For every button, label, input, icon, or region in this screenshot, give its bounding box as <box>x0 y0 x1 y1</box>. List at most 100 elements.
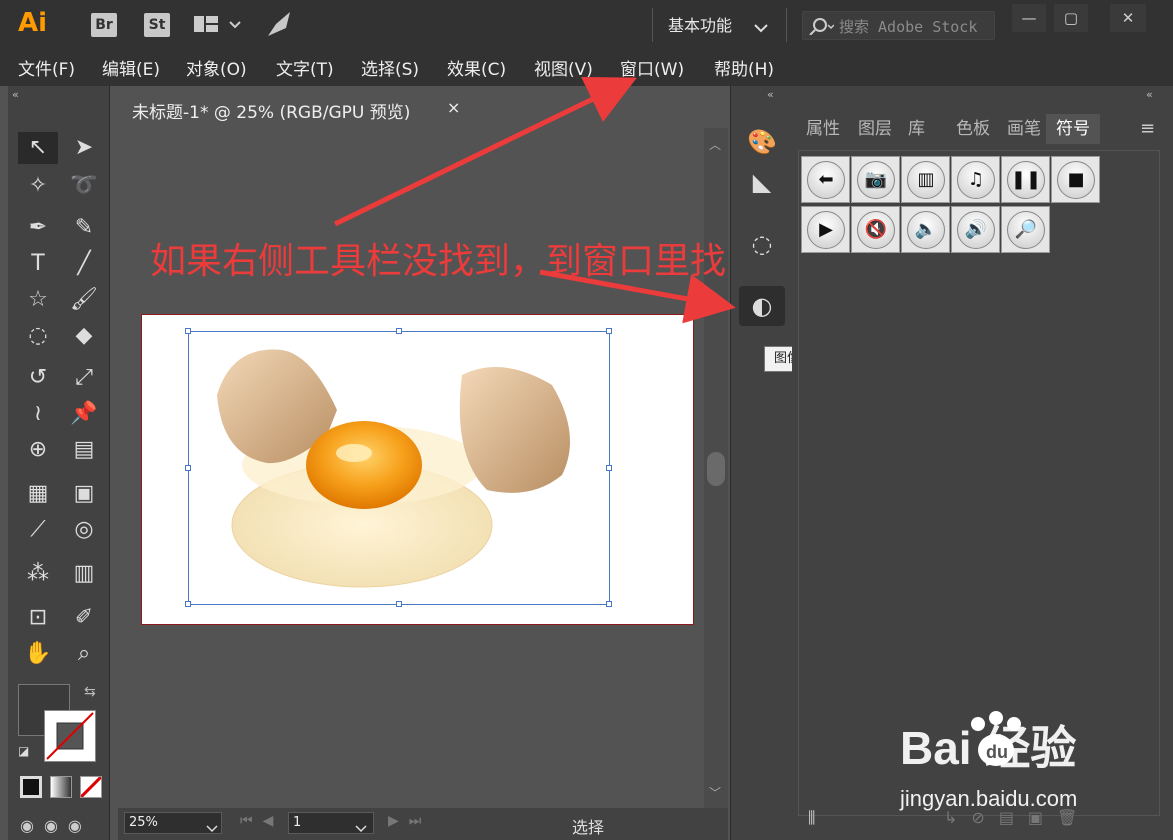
resize-handle[interactable] <box>396 328 402 334</box>
symbol-arrow-left[interactable]: ⬅ <box>801 156 850 203</box>
shaper-tool-icon[interactable]: ◌ <box>18 320 58 352</box>
color-guide-icon[interactable]: ◣ <box>739 162 785 202</box>
chevron-down-icon[interactable] <box>754 18 768 37</box>
current-tool-status[interactable]: 选择 <box>572 814 604 838</box>
document-tab[interactable]: 未标题-1* @ 25% (RGB/GPU 预览) <box>118 90 470 128</box>
stroke-swatch[interactable] <box>44 710 96 762</box>
bridge-icon[interactable]: Br <box>91 13 117 37</box>
magic-wand-icon[interactable]: ✧ <box>18 170 58 202</box>
stock-icon[interactable]: St <box>144 13 170 37</box>
none-mode-icon[interactable] <box>79 775 103 799</box>
close-window-button[interactable]: ✕ <box>1110 4 1146 32</box>
resize-handle[interactable] <box>606 465 612 471</box>
menu-view[interactable]: 视图(V) <box>534 55 593 80</box>
menu-object[interactable]: 对象(O) <box>186 55 247 80</box>
resize-handle[interactable] <box>606 328 612 334</box>
star-tool-icon[interactable]: ☆ <box>18 284 58 316</box>
slice-tool-icon[interactable]: ✐ <box>64 602 104 634</box>
close-document-icon[interactable]: × <box>447 98 460 117</box>
symbol-mute[interactable]: 🔇 <box>851 206 900 253</box>
color-mode-icon[interactable] <box>20 776 42 798</box>
curvature-tool-icon[interactable]: ✎ <box>64 212 104 244</box>
gradient-tool-icon[interactable]: ▣ <box>64 478 104 510</box>
panel-menu-icon[interactable]: ≡ <box>1140 118 1155 139</box>
arrow-left-icon: ⬅ <box>807 161 845 199</box>
eyedropper-icon[interactable]: ⟋ <box>18 514 58 546</box>
tab-properties[interactable]: 属性 <box>806 114 840 144</box>
gpu-performance-icon[interactable] <box>266 10 296 42</box>
appearance-icon[interactable]: ◌ <box>739 224 785 264</box>
chevron-down-icon[interactable] <box>206 818 218 837</box>
symbol-volume-low[interactable]: 🔈 <box>901 206 950 253</box>
symbol-magnifier[interactable]: 🔎 <box>1001 206 1050 253</box>
color-panel-icon[interactable]: 🎨 <box>739 122 785 162</box>
selection-bounding-box[interactable] <box>185 328 612 607</box>
menu-type[interactable]: 文字(T) <box>276 55 334 80</box>
arrange-documents-icon[interactable] <box>194 14 242 36</box>
symbol-stop[interactable]: ■ <box>1051 156 1100 203</box>
menu-effect[interactable]: 效果(C) <box>447 55 506 80</box>
default-colors-icon[interactable]: ◪ <box>18 744 29 758</box>
rotate-tool-icon[interactable]: ↺ <box>18 362 58 394</box>
perspective-grid-icon[interactable]: ▤ <box>64 434 104 466</box>
resize-handle[interactable] <box>606 601 612 607</box>
column-graph-icon[interactable]: ▥ <box>64 558 104 590</box>
hand-tool-icon[interactable]: ✋ <box>18 638 58 670</box>
symbol-volume-high[interactable]: 🔊 <box>951 206 1000 253</box>
resize-handle[interactable] <box>396 601 402 607</box>
direct-selection-tool-icon[interactable]: ➤ <box>64 132 104 164</box>
warp-tool-icon[interactable]: ≀ <box>18 398 58 430</box>
mesh-tool-icon[interactable]: ▦ <box>18 478 58 510</box>
resize-handle[interactable] <box>185 465 191 471</box>
puppet-warp-icon[interactable]: 📌 <box>64 398 104 430</box>
paintbrush-icon[interactable]: 🖌 <box>64 284 104 316</box>
resize-handle[interactable] <box>185 328 191 334</box>
chevron-down-icon[interactable] <box>355 818 367 837</box>
tab-symbols[interactable]: 符号 <box>1046 114 1100 144</box>
shape-builder-icon[interactable]: ⊕ <box>18 434 58 466</box>
zoom-tool-icon[interactable]: ⌕ <box>64 638 104 670</box>
symbol-play[interactable]: ▶ <box>801 206 850 253</box>
blend-tool-icon[interactable]: ◎ <box>64 514 104 546</box>
menu-window[interactable]: 窗口(W) <box>620 55 684 80</box>
menu-edit[interactable]: 编辑(E) <box>102 55 160 80</box>
symbol-pause[interactable]: ❚❚ <box>1001 156 1050 203</box>
symbol-libraries-icon[interactable]: ⫼ <box>808 808 815 828</box>
first-prev-artboard-icons[interactable]: ⏮◀ <box>240 813 283 829</box>
draw-mode-icons[interactable]: ◉◉◉ <box>20 816 92 835</box>
image-trace-icon[interactable]: ◐ <box>739 286 785 326</box>
symbol-music[interactable]: ♫ <box>951 156 1000 203</box>
tab-layers[interactable]: 图层 <box>858 114 892 144</box>
menu-file[interactable]: 文件(F) <box>18 55 75 80</box>
scroll-thumb[interactable] <box>707 452 725 486</box>
eraser-icon[interactable]: ◆ <box>64 320 104 352</box>
tab-swatches[interactable]: 色板 <box>956 114 990 144</box>
next-last-artboard-icons[interactable]: ▶⏭ <box>388 813 431 829</box>
swap-fill-stroke-icon[interactable]: ⇆ <box>84 684 96 700</box>
symbol-film[interactable]: ▥ <box>901 156 950 203</box>
symbol-sprayer-icon[interactable]: ⁂ <box>18 558 58 590</box>
artboard-tool-icon[interactable]: ⊡ <box>18 602 58 634</box>
scroll-up-icon[interactable]: ︿ <box>709 136 721 153</box>
selection-tool-icon[interactable]: ↖ <box>18 132 58 164</box>
pen-tool-icon[interactable]: ✒ <box>18 212 58 244</box>
menu-select[interactable]: 选择(S) <box>361 55 419 80</box>
expand-icon[interactable]: « <box>767 88 774 101</box>
tab-brushes[interactable]: 画笔 <box>1007 114 1041 144</box>
collapse-panel-icon[interactable]: « <box>1146 88 1153 101</box>
line-tool-icon[interactable]: ╱ <box>64 248 104 280</box>
scale-tool-icon[interactable]: ⤢ <box>64 362 104 394</box>
lasso-tool-icon[interactable]: ➰ <box>64 170 104 202</box>
tab-libraries[interactable]: 库 <box>908 114 925 144</box>
menu-help[interactable]: 帮助(H) <box>714 55 774 80</box>
symbol-camera[interactable]: 📷 <box>851 156 900 203</box>
scroll-down-icon[interactable]: ﹀ <box>709 784 721 801</box>
resize-handle[interactable] <box>185 601 191 607</box>
maximize-button[interactable]: ▢ <box>1054 4 1088 32</box>
collapse-icon[interactable]: « <box>12 88 19 101</box>
type-tool-icon[interactable]: T <box>18 248 58 280</box>
vertical-scrollbar[interactable]: ︿ ﹀ <box>704 128 728 808</box>
gradient-mode-icon[interactable] <box>50 776 72 798</box>
minimize-button[interactable]: — <box>1012 4 1046 32</box>
workspace-switcher[interactable]: 基本功能 <box>668 12 732 36</box>
